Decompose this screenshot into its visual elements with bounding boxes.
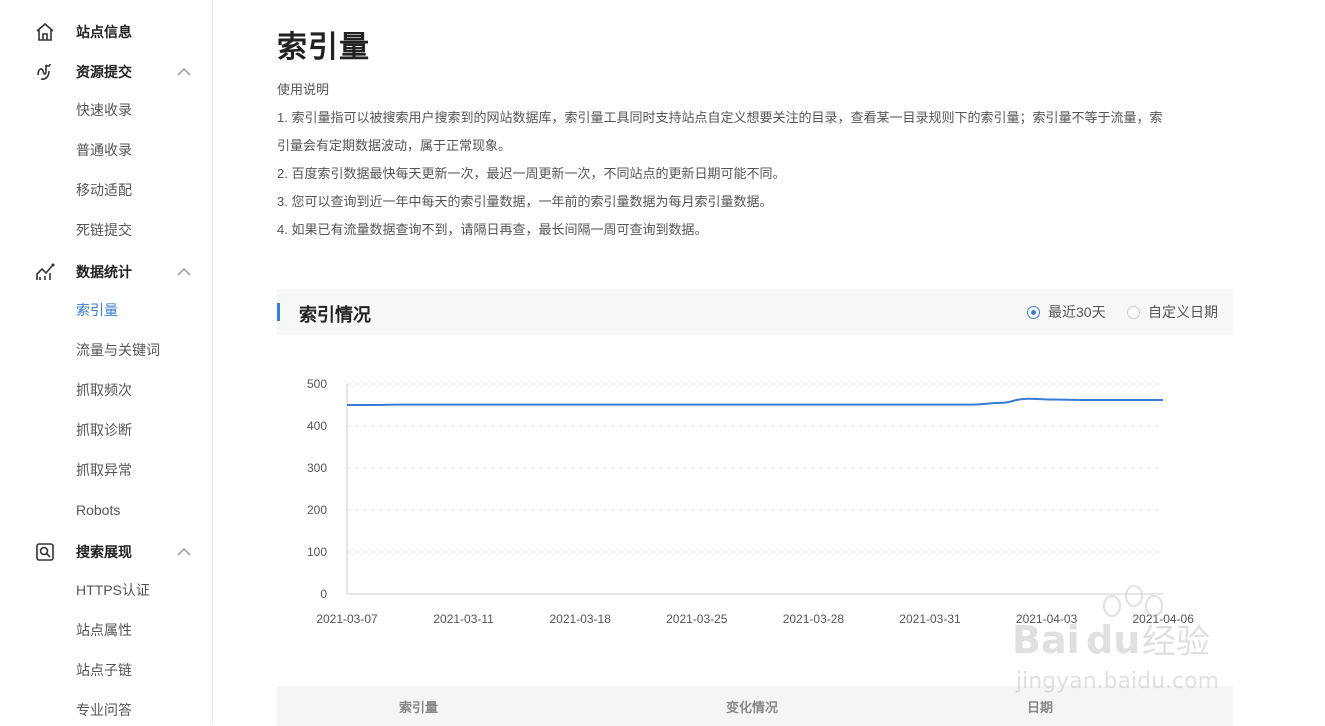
sidebar-item-robots[interactable]: Robots: [76, 500, 120, 520]
sidebar-item-site-sublinks[interactable]: 站点子链: [76, 660, 132, 680]
y-tick-label: 500: [307, 377, 327, 391]
description-line: 引量会有定期数据波动，属于正常现象。: [277, 138, 512, 153]
radio-unselected-icon: [1127, 305, 1140, 319]
description-line: 1. 索引量指可以被搜索用户搜索到的网站数据库，索引量工具同时支持站点自定义想要…: [277, 110, 1163, 125]
sidebar-item-mobile-adapt[interactable]: 移动适配: [76, 180, 132, 200]
page-title: 索引量: [277, 31, 370, 64]
sidebar-item-site-attributes[interactable]: 站点属性: [76, 620, 132, 640]
series-line: [347, 397, 1163, 406]
sidebar-item-fast-index[interactable]: 快速收录: [76, 100, 132, 120]
x-tick-label: 2021-03-25: [666, 612, 728, 626]
chevron-up-icon[interactable]: [176, 64, 192, 80]
column-header-change: 变化情况: [726, 700, 779, 715]
watermark-brand2: du: [1086, 618, 1140, 662]
baidu-jingyan-watermark: Bai du 经验 jingyan.baidu.com: [1012, 585, 1219, 694]
radio-label: 最近30天: [1048, 304, 1106, 320]
sidebar-item-pro-qa[interactable]: 专业问答: [76, 700, 132, 720]
paw-logo: [1103, 585, 1163, 617]
x-tick-label: 2021-03-28: [783, 612, 845, 626]
y-tick-label: 300: [307, 461, 327, 475]
watermark-url: jingyan.baidu.com: [1015, 669, 1219, 694]
panel-title: 索引情况: [299, 305, 371, 325]
y-tick-label: 0: [320, 587, 327, 601]
watermark-brand: Bai: [1012, 618, 1080, 662]
sidebar-item-crawl-errors[interactable]: 抓取异常: [76, 460, 132, 480]
sidebar-item-crawl-frequency[interactable]: 抓取频次: [76, 380, 132, 400]
sidebar-item-index-volume[interactable]: 索引量: [76, 300, 118, 320]
submit-icon: [37, 63, 51, 80]
sidebar-section-label: 数据统计: [76, 264, 132, 280]
radio-recent-30-days[interactable]: 最近30天: [1027, 303, 1106, 321]
radio-label: 自定义日期: [1148, 304, 1218, 320]
sidebar-section-label: 站点信息: [76, 24, 132, 40]
sidebar-item-dead-link[interactable]: 死链提交: [76, 220, 132, 240]
sidebar-item-traffic-keywords[interactable]: 流量与关键词: [76, 340, 160, 360]
chevron-up-icon[interactable]: [176, 264, 192, 280]
column-header-date: 日期: [1027, 700, 1054, 715]
y-tick-label: 200: [307, 503, 327, 517]
home-icon: [36, 22, 54, 41]
description-line: 4. 如果已有流量数据查询不到，请隔日再查，最长间隔一周可查询到数据。: [277, 222, 708, 237]
sidebar-item-crawl-diagnosis[interactable]: 抓取诊断: [76, 420, 132, 440]
x-tick-label: 2021-03-11: [433, 612, 494, 626]
x-tick-label: 2021-03-18: [550, 612, 612, 626]
sidebar-section-label: 搜索展现: [76, 544, 132, 560]
sidebar-section-data-stats[interactable]: 数据统计: [0, 257, 212, 287]
sidebar: 站点信息 资源提交 快速收录 普通收录 移动适配 死链提交 数据统计 索引量 流…: [0, 0, 213, 724]
stats-icon: [36, 263, 55, 280]
search-display-icon: [36, 543, 54, 561]
radio-selected-icon: [1027, 305, 1040, 319]
x-tick-label: 2021-03-07: [316, 612, 378, 626]
description-line: 使用说明: [277, 82, 330, 97]
description-line: 2. 百度索引数据最快每天更新一次，最迟一周更新一次，不同站点的更新日期可能不同…: [277, 166, 786, 181]
watermark-suffix: 经验: [1142, 622, 1210, 662]
sidebar-item-https[interactable]: HTTPS认证: [76, 580, 150, 600]
chevron-up-icon[interactable]: [176, 544, 192, 560]
radio-custom-date[interactable]: 自定义日期: [1127, 303, 1218, 321]
usage-description: 使用说明 1. 索引量指可以被搜索用户搜索到的网站数据库，索引量工具同时支持站点…: [277, 76, 1237, 244]
y-tick-label: 400: [307, 419, 327, 433]
sidebar-section-site-info[interactable]: 站点信息: [0, 17, 212, 47]
title-accent-bar: [277, 303, 280, 321]
index-panel-header: 索引情况 最近30天 自定义日期: [277, 289, 1233, 335]
y-tick-label: 100: [307, 545, 327, 559]
description-line: 3. 您可以查询到近一年中每天的索引量数据，一年前的索引量数据为每月索引量数据。: [277, 194, 773, 209]
sidebar-section-search-display[interactable]: 搜索展现: [0, 537, 212, 567]
sidebar-section-label: 资源提交: [76, 64, 132, 80]
x-tick-label: 2021-03-31: [899, 612, 961, 626]
sidebar-item-normal-index[interactable]: 普通收录: [76, 140, 132, 160]
sidebar-section-resource-submit[interactable]: 资源提交: [0, 57, 212, 87]
column-header-index-volume: 索引量: [399, 700, 439, 715]
